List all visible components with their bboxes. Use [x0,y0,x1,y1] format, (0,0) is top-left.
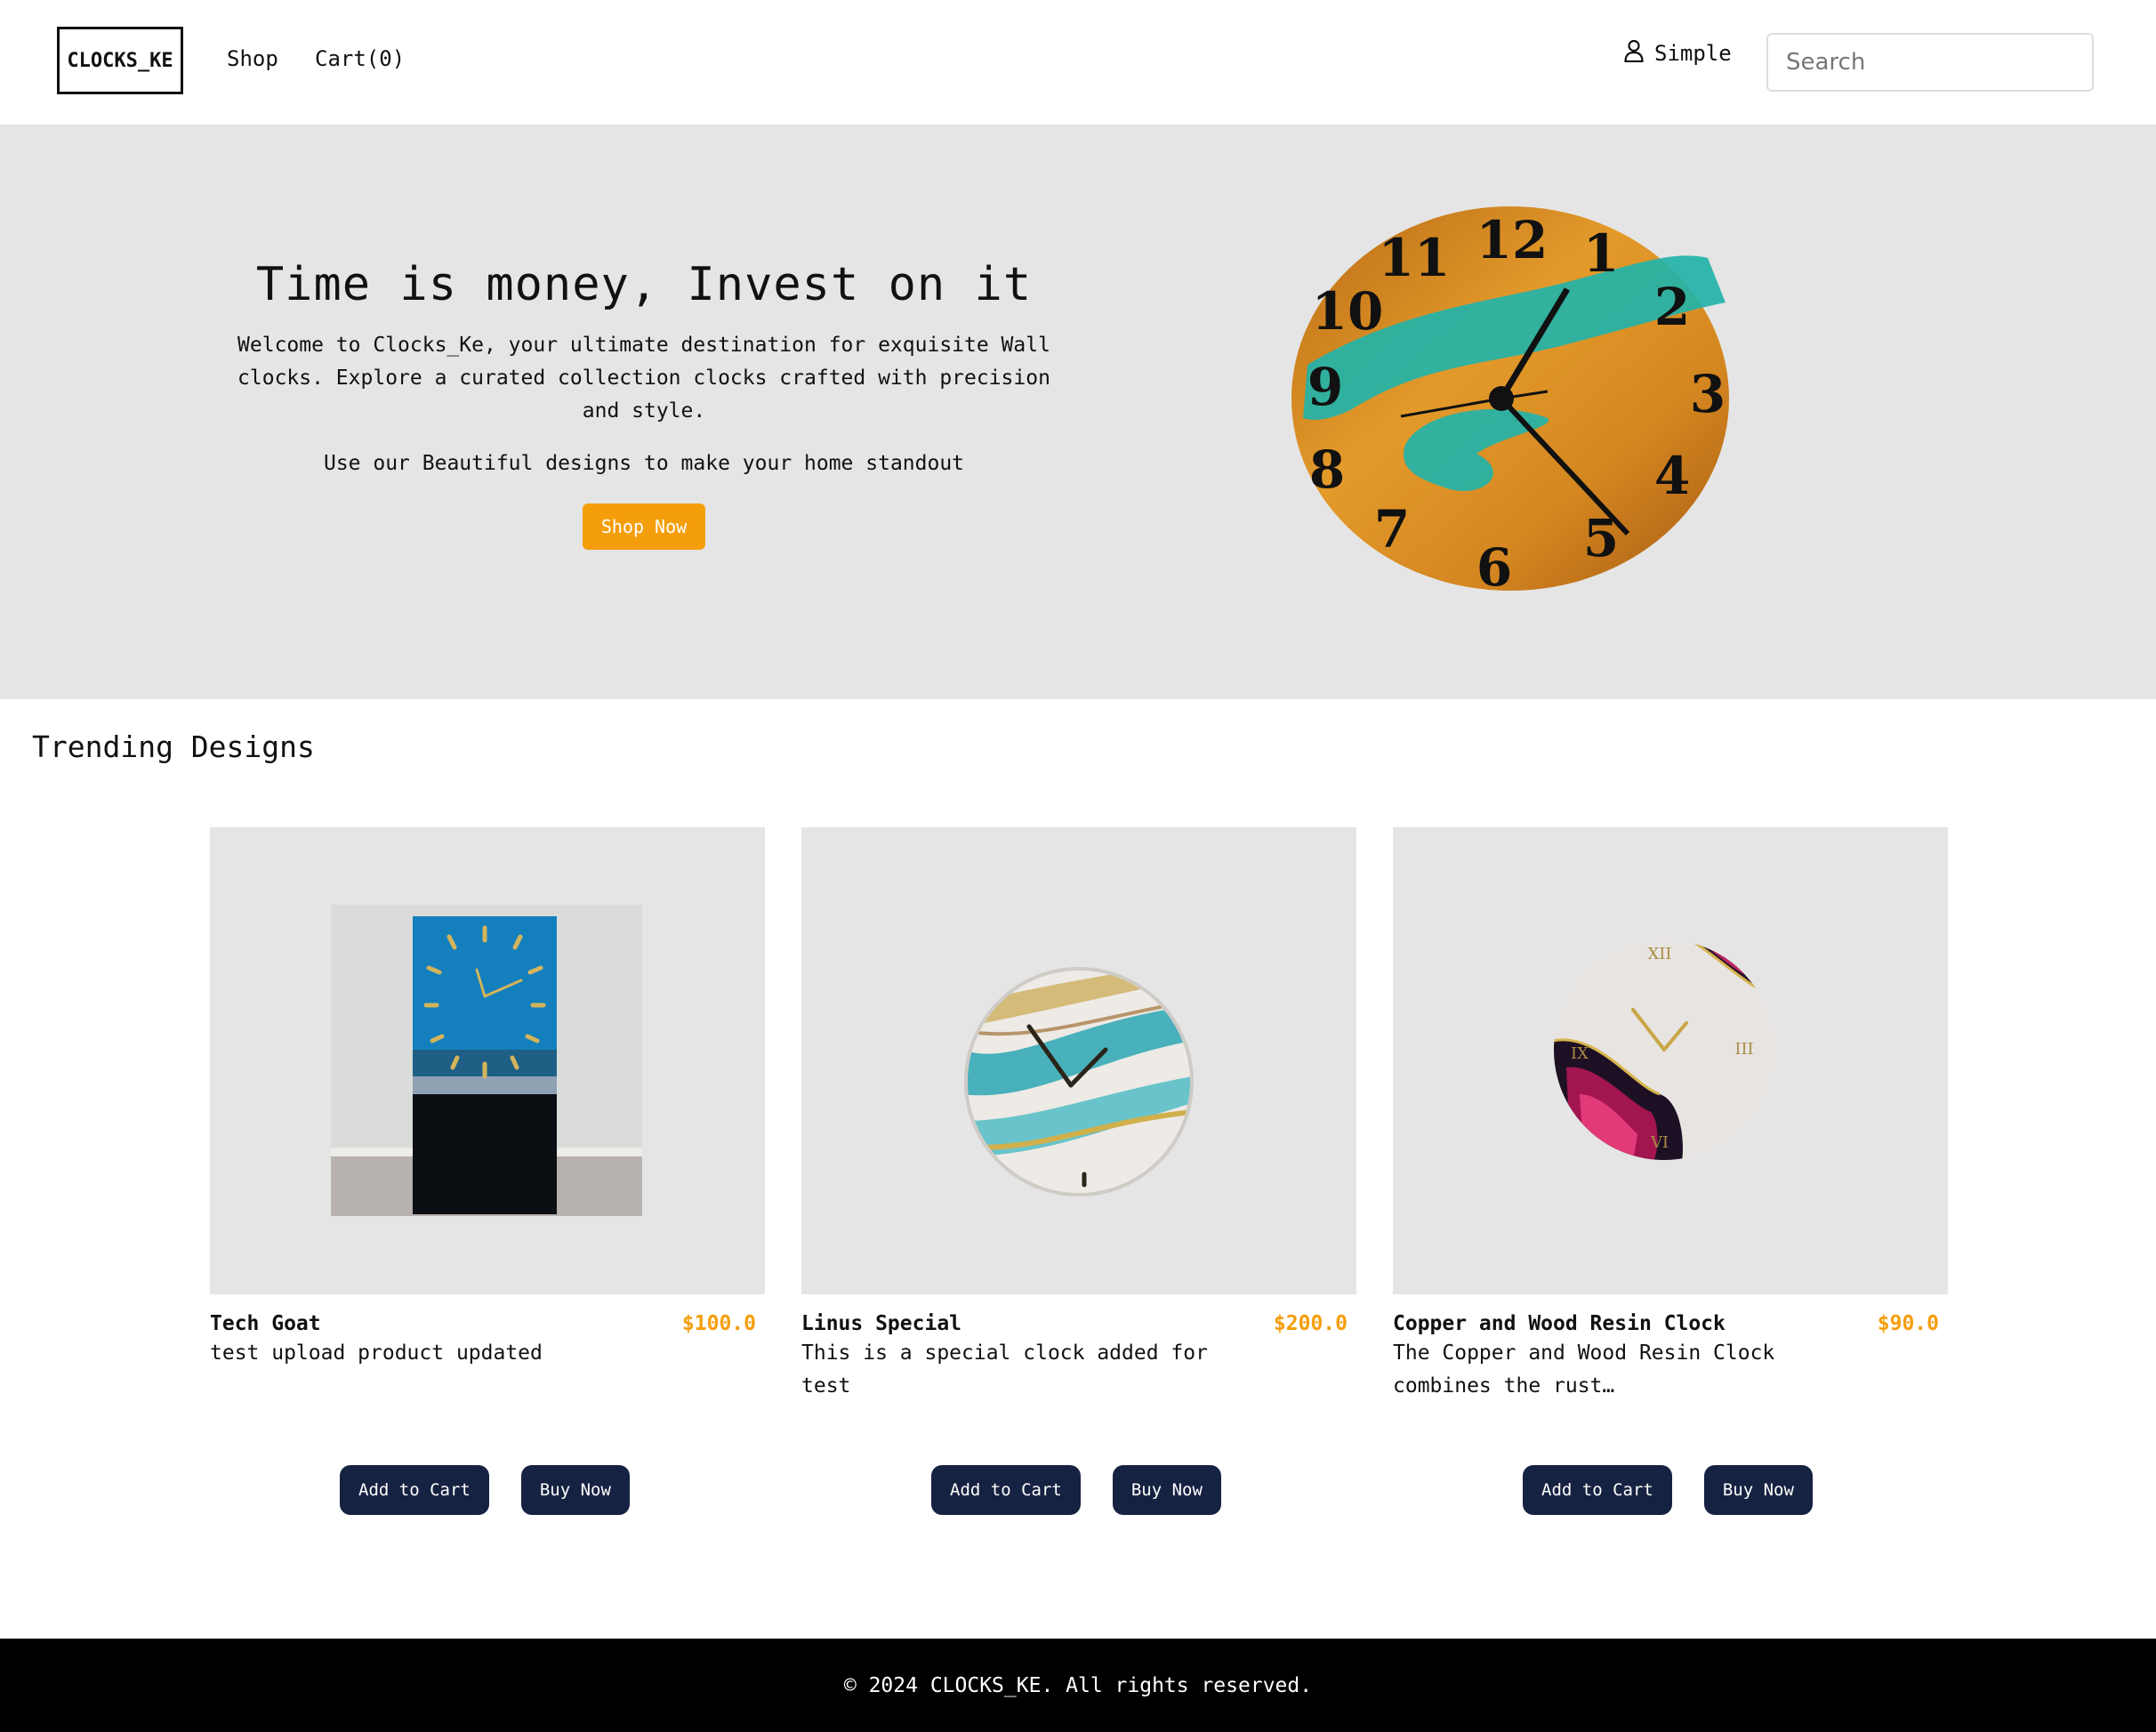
hero-banner: Time is money, Invest on it Welcome to C… [0,125,2156,699]
add-to-cart-button[interactable]: Add to Cart [340,1465,489,1515]
user-name: Simple [1654,41,1732,66]
hero-tagline: Use our Beautiful designs to make your h… [323,452,965,475]
svg-text:8: 8 [1309,439,1345,500]
product-name[interactable]: Copper and Wood Resin Clock [1393,1312,1726,1335]
svg-text:III: III [1734,1040,1753,1059]
site-logo[interactable]: CLOCKS_KE [57,27,183,94]
hero-clock-image: 12 1 2 3 4 5 6 7 8 9 10 11 [1290,205,1734,598]
svg-text:11: 11 [1379,228,1451,288]
product-description: The Copper and Wood Resin Clock combines… [1393,1341,1775,1398]
nav-link-cart[interactable]: Cart(0) [315,46,405,71]
user-account[interactable]: Simple [1624,39,1732,68]
svg-text:VI: VI [1650,1133,1669,1152]
product-image-copper-wood[interactable]: XII III VI IX [1393,827,1948,1294]
trending-title: Trending Designs [32,729,315,764]
svg-text:1: 1 [1583,223,1619,284]
svg-text:9: 9 [1307,357,1343,417]
svg-text:10: 10 [1312,281,1384,342]
buy-now-button[interactable]: Buy Now [1112,1465,1221,1515]
product-price: $100.0 [681,1312,756,1335]
svg-text:4: 4 [1654,446,1690,506]
product-description: This is a special clock added for test [801,1341,1208,1398]
svg-text:2: 2 [1654,277,1690,337]
product-card: Linus Special $200.0 This is a special c… [801,827,1356,1515]
add-to-cart-button[interactable]: Add to Cart [1523,1465,1672,1515]
hero-text-block: Time is money, Invest on it Welcome to C… [233,258,1055,550]
buy-now-button[interactable]: Buy Now [520,1465,630,1515]
user-icon [1624,39,1644,68]
svg-text:6: 6 [1476,537,1512,592]
footer-copyright: © 2024 CLOCKS_KE. All rights reserved. [843,1673,1313,1697]
top-navbar: CLOCKS_KE Shop Cart(0) Simple [0,0,2156,125]
add-to-cart-button[interactable]: Add to Cart [931,1465,1081,1515]
product-card: XII III VI IX Copper and Wood Resin Cloc… [1393,827,1948,1515]
product-price: $90.0 [1877,1312,1939,1335]
site-footer: © 2024 CLOCKS_KE. All rights reserved. [0,1639,2156,1732]
shop-now-button[interactable]: Shop Now [582,503,706,550]
svg-text:7: 7 [1374,499,1410,560]
product-image-tech-goat[interactable] [210,827,765,1294]
svg-text:3: 3 [1690,364,1726,424]
product-name[interactable]: Linus Special [801,1312,961,1335]
search-input[interactable] [1766,33,2094,92]
product-price: $200.0 [1273,1312,1348,1335]
product-image-linus-special[interactable] [801,827,1356,1294]
hero-title: Time is money, Invest on it [255,258,1033,311]
nav-link-shop[interactable]: Shop [227,46,278,71]
buy-now-button[interactable]: Buy Now [1703,1465,1813,1515]
svg-text:IX: IX [1571,1044,1589,1063]
product-description: test upload product updated [210,1341,543,1365]
product-card: Tech Goat $100.0 test upload product upd… [210,827,765,1515]
hero-intro: Welcome to Clocks_Ke, your ultimate dest… [237,334,1050,423]
svg-text:XII: XII [1647,945,1671,963]
svg-text:12: 12 [1476,210,1549,270]
product-name[interactable]: Tech Goat [210,1312,321,1335]
